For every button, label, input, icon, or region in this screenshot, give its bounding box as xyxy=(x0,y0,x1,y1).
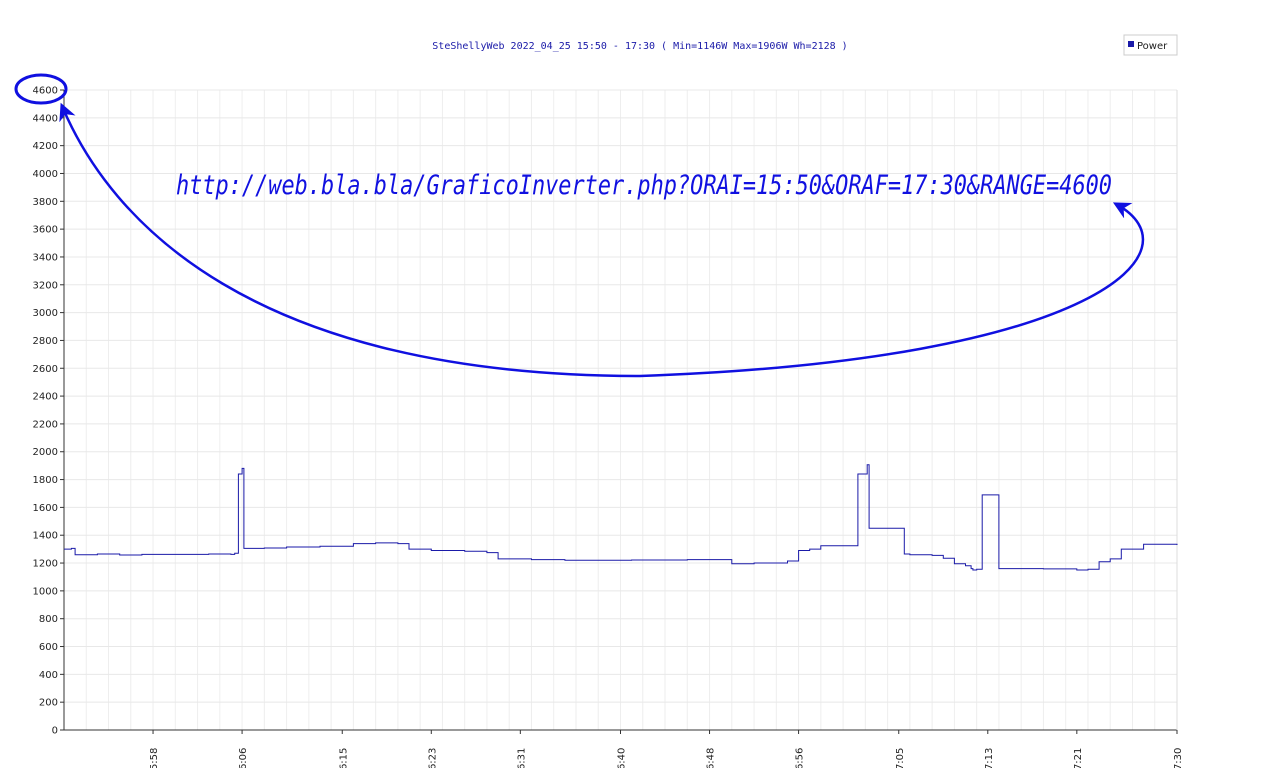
annotation: http://web.bla.bla/GraficoInverter.php?O… xyxy=(14,73,1145,378)
x-tick-label: 16:40 xyxy=(617,748,628,768)
x-tick-label: 16:06 xyxy=(238,748,249,768)
y-tick-label: 3800 xyxy=(33,197,58,208)
x-tick-label: 15:58 xyxy=(149,748,160,768)
legend-swatch-power xyxy=(1128,41,1134,47)
y-tick-label: 800 xyxy=(39,614,58,625)
x-tick-label: 17:05 xyxy=(895,748,906,768)
x-tick-label: 16:56 xyxy=(795,748,806,768)
y-tick-label: 3000 xyxy=(33,308,58,319)
y-tick-label: 3200 xyxy=(33,280,58,291)
y-tick-label: 4600 xyxy=(33,86,58,97)
x-tick-label: 16:23 xyxy=(427,748,438,768)
y-tick-label: 2000 xyxy=(33,447,58,458)
power-chart: SteShellyWeb 2022_04_25 15:50 - 17:30 ( … xyxy=(14,34,1184,768)
y-tick-label: 2400 xyxy=(33,392,58,403)
y-tick-label: 1200 xyxy=(33,559,58,570)
y-tick-label: 1800 xyxy=(33,475,58,486)
x-tick-labels: 15:58 16:06 16:15 16:23 16:31 16:40 16:48 16:56… xyxy=(149,748,1184,768)
y-tick-label: 1000 xyxy=(33,586,58,597)
y-tick-label: 1600 xyxy=(33,503,58,514)
y-tick-label: 3600 xyxy=(33,225,58,236)
y-tick-label: 2600 xyxy=(33,364,58,375)
annotation-arrow xyxy=(59,102,1145,378)
y-tick-labels: 0 200 400 600 800 1000 1200 1400 1600 1800 2000 220… xyxy=(33,86,58,737)
legend: Power xyxy=(1123,34,1178,56)
x-tick-label: 16:15 xyxy=(338,748,349,768)
y-tick-label: 200 xyxy=(39,698,58,709)
x-tick-label: 17:21 xyxy=(1073,748,1084,768)
legend-label-power: Power xyxy=(1137,41,1168,52)
y-tick-label: 2200 xyxy=(33,419,58,430)
y-tick-label: 4200 xyxy=(33,141,58,152)
x-tick-label: 17:30 xyxy=(1173,748,1184,768)
y-tick-label: 2800 xyxy=(33,336,58,347)
y-tick-label: 600 xyxy=(39,642,58,653)
annotation-url-text: http://web.bla.bla/GraficoInverter.php?O… xyxy=(176,170,1112,201)
chart-title: SteShellyWeb 2022_04_25 15:50 - 17:30 ( … xyxy=(432,41,847,52)
x-tick-label: 17:13 xyxy=(984,748,995,768)
y-tick-label: 4000 xyxy=(33,169,58,180)
x-tick-label: 16:31 xyxy=(516,748,527,768)
x-tick-label: 16:48 xyxy=(706,748,717,768)
y-tick-label: 4400 xyxy=(33,113,58,124)
y-tick-label: 0 xyxy=(52,726,58,737)
y-tick-label: 1400 xyxy=(33,531,58,542)
y-tick-label: 400 xyxy=(39,670,58,681)
y-tick-label: 3400 xyxy=(33,252,58,263)
